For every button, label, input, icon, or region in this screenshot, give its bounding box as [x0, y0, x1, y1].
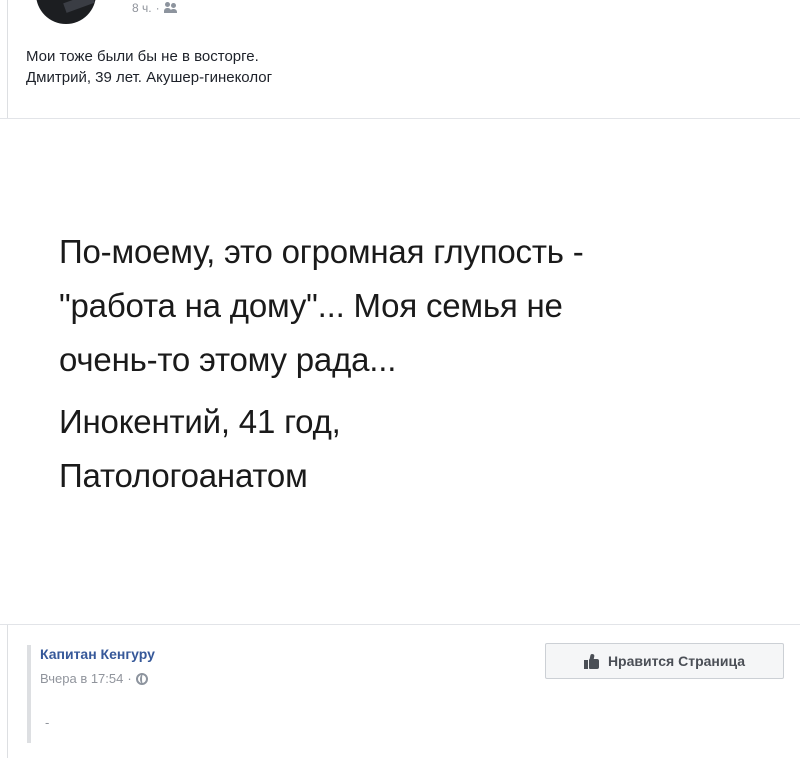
post-meta: 8 ч. · — [132, 1, 178, 15]
avatar[interactable] — [36, 0, 96, 24]
like-page-label: Нравится Страница — [607, 653, 746, 669]
caption-line: Дмитрий, 39 лет. Акушер-гинеколог — [26, 69, 273, 86]
page-name-link[interactable]: Капитан Кенгуру — [40, 646, 155, 662]
meta-separator: · — [155, 1, 160, 15]
quote-author-line: Патологоанатом — [59, 457, 308, 494]
friends-icon[interactable] — [163, 2, 178, 14]
quote-text: По-моему, это огромная глупость - "работ… — [59, 225, 759, 503]
attribution-bar — [27, 645, 31, 743]
caption-line: Мои тоже были бы не в восторге. — [26, 48, 259, 65]
post-header: 8 ч. · — [36, 0, 436, 28]
meta-separator: · — [127, 671, 132, 686]
trailing-text: - — [45, 715, 50, 730]
post-timestamp[interactable]: 8 ч. — [132, 1, 152, 15]
post-caption: Мои тоже были бы не в восторге. Дмитрий,… — [26, 46, 746, 88]
thumbs-up-icon — [583, 653, 600, 669]
quote-line: очень-то этому рада... — [59, 341, 397, 378]
like-page-button[interactable]: Нравится Страница — [545, 643, 784, 679]
quote-line: По-моему, это огромная глупость - — [59, 233, 584, 270]
quote-line: "работа на дому"... Моя семья не — [59, 287, 563, 324]
attribution-meta: Вчера в 17:54 · — [40, 671, 148, 686]
quote-author-line: Инокентий, 41 год, — [59, 403, 341, 440]
attribution-timestamp[interactable]: Вчера в 17:54 — [40, 671, 123, 686]
globe-icon[interactable] — [135, 672, 148, 685]
